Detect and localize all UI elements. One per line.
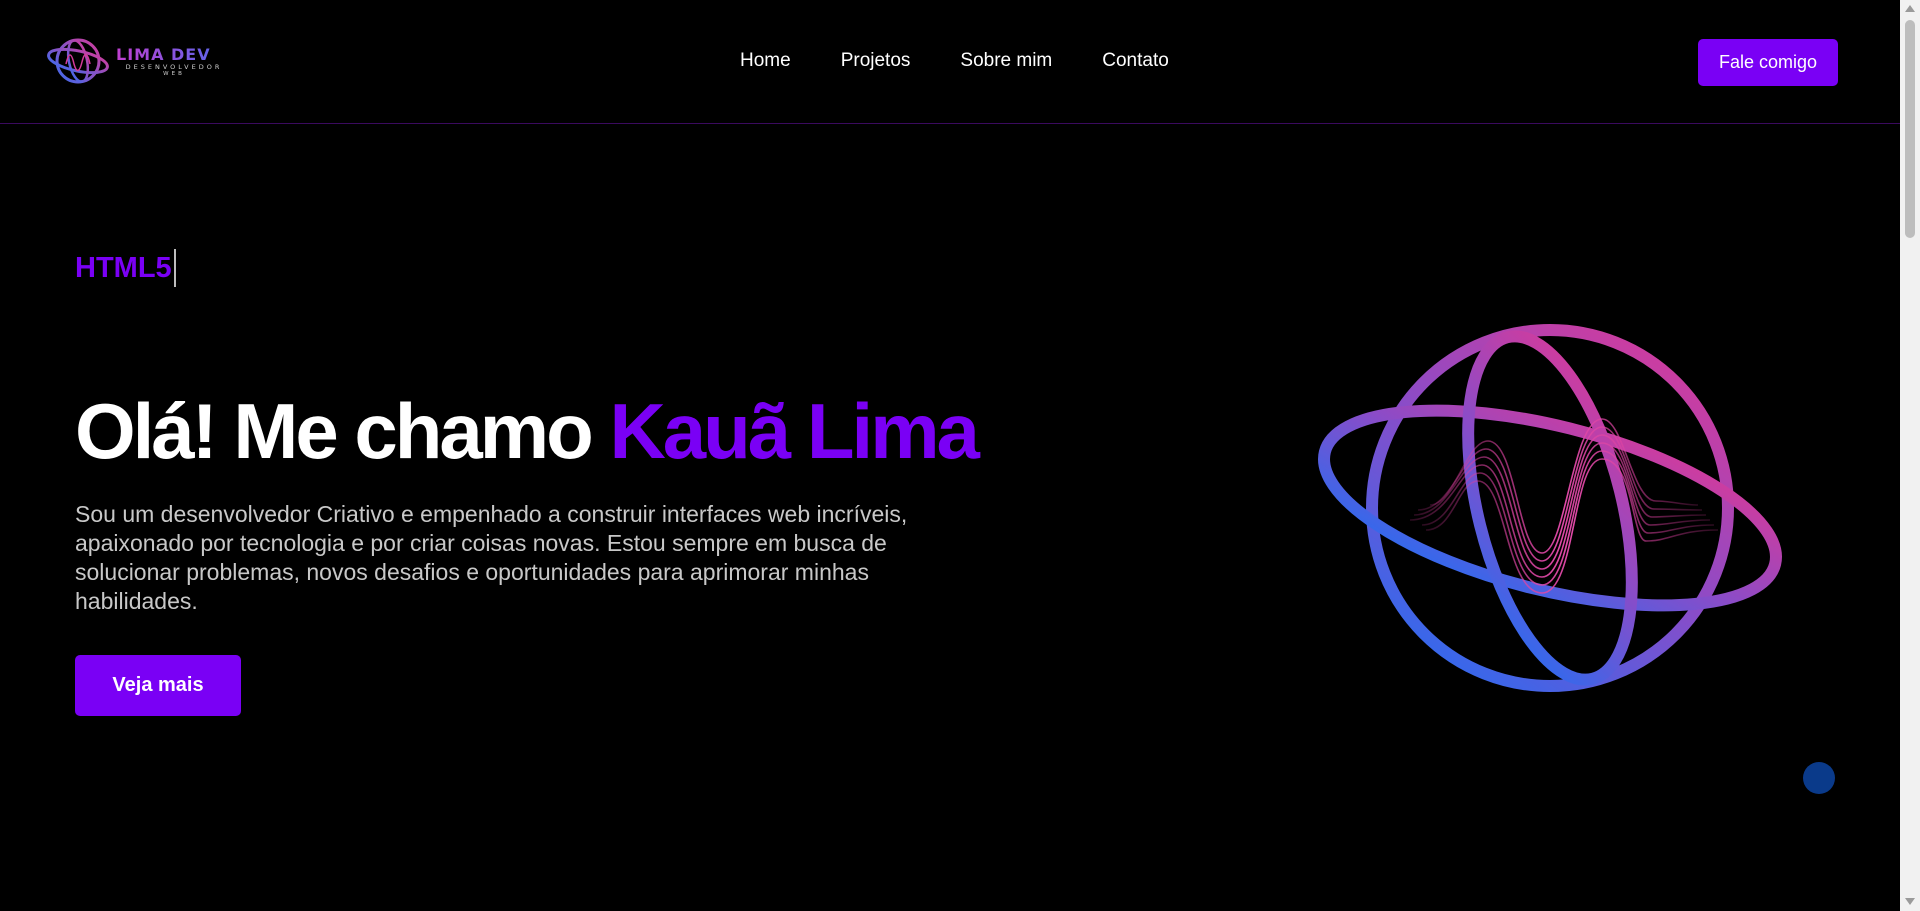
- hero-description: Sou um desenvolvedor Criativo e empenhad…: [75, 501, 908, 614]
- nav-contato[interactable]: Contato: [1102, 48, 1169, 74]
- globe-wave-logo-icon: [47, 38, 109, 84]
- typed-word: HTML5: [75, 251, 172, 284]
- page: LIMA DEV DESENVOLVEDOR WEB Home Projetos…: [0, 0, 1900, 911]
- typing-caret: [173, 249, 176, 287]
- nav-sobre-mim[interactable]: Sobre mim: [960, 48, 1052, 74]
- headline-greeting: Olá! Me chamo: [75, 387, 610, 475]
- nav-home[interactable]: Home: [740, 48, 791, 74]
- circle-dot-icon[interactable]: [1803, 762, 1835, 794]
- scroll-up-arrow-icon[interactable]: [1905, 5, 1915, 12]
- globe-wave-illustration-icon: [1318, 324, 1782, 692]
- page-scrollbar[interactable]: [1900, 0, 1920, 911]
- typed-text: HTML5: [75, 249, 176, 287]
- brand-name: LIMA DEV: [116, 47, 238, 63]
- scroll-thumb[interactable]: [1905, 20, 1915, 238]
- site-header: LIMA DEV DESENVOLVEDOR WEB Home Projetos…: [0, 0, 1900, 124]
- scroll-down-arrow-icon[interactable]: [1905, 898, 1915, 905]
- brand-logo[interactable]: LIMA DEV DESENVOLVEDOR WEB: [44, 34, 244, 88]
- nav-projetos[interactable]: Projetos: [841, 48, 911, 74]
- brand-tagline-2: WEB: [163, 71, 185, 77]
- contact-button[interactable]: Fale comigo: [1698, 39, 1838, 86]
- main-nav: Home Projetos Sobre mim Contato: [740, 48, 1169, 74]
- headline-name: Kauã Lima: [609, 387, 979, 475]
- brand-tagline: DESENVOLVEDOR: [125, 63, 223, 71]
- brand-text: LIMA DEV DESENVOLVEDOR WEB: [116, 47, 238, 78]
- hero-headline: Olá! Me chamo Kauã Lima: [75, 386, 980, 476]
- see-more-button[interactable]: Veja mais: [75, 655, 241, 716]
